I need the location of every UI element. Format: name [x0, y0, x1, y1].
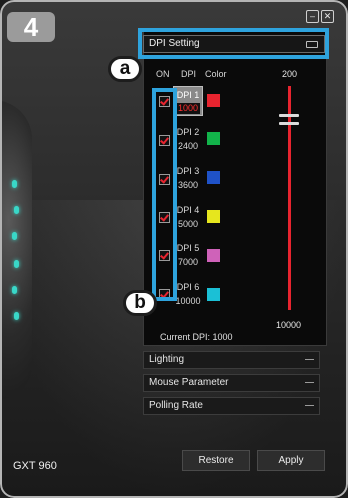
step-number-badge: 4: [7, 12, 55, 42]
dpi-6-color-swatch[interactable]: [207, 288, 220, 301]
mouse-led-icon: [14, 206, 19, 214]
column-header-on: ON: [156, 69, 170, 79]
expand-icon[interactable]: [305, 405, 314, 406]
mouse-led-icon: [12, 180, 17, 188]
on-column-highlight: [152, 88, 177, 301]
dpi-1-color-swatch[interactable]: [207, 94, 220, 107]
current-dpi-value: 1000: [212, 332, 233, 342]
dpi-6-name: DPI 6: [176, 282, 200, 292]
mouse-product-image: [0, 100, 32, 400]
section-lighting-label: Lighting: [149, 354, 185, 365]
slider-grip-icon: [279, 121, 299, 125]
dpi-1-value[interactable]: 1000: [176, 103, 200, 114]
dpi-2-color-swatch[interactable]: [207, 132, 220, 145]
mouse-led-icon: [12, 232, 17, 240]
section-polling-rate-label: Polling Rate: [149, 400, 203, 411]
expand-icon[interactable]: [305, 382, 314, 383]
expand-icon[interactable]: [305, 359, 314, 360]
section-lighting[interactable]: Lighting: [143, 351, 320, 369]
dpi-1-name: DPI 1: [176, 90, 200, 100]
dpi-3-color-swatch[interactable]: [207, 171, 220, 184]
mouse-led-icon: [14, 260, 19, 268]
dpi-5-name: DPI 5: [176, 243, 200, 253]
dpi-4-color-swatch[interactable]: [207, 210, 220, 223]
minimize-button[interactable]: –: [306, 10, 319, 23]
dpi-3-cell[interactable]: DPI 3 3600: [173, 163, 203, 193]
dpi-4-cell[interactable]: DPI 4 5000: [173, 202, 203, 232]
dpi-2-cell[interactable]: DPI 2 2400: [173, 124, 203, 154]
callout-a-badge: a: [108, 56, 142, 82]
current-dpi-readout: Current DPI: 1000: [160, 332, 233, 342]
close-button[interactable]: ✕: [321, 10, 334, 23]
current-dpi-label: Current DPI:: [160, 332, 211, 342]
section-mouse-parameter-label: Mouse Parameter: [149, 377, 229, 388]
dpi-4-value[interactable]: 5000: [173, 219, 203, 229]
slider-bottom-label: 10000: [276, 320, 302, 330]
dpi-5-cell[interactable]: DPI 5 7000: [173, 240, 203, 270]
dpi-5-value[interactable]: 7000: [173, 257, 203, 267]
dpi-1-cell[interactable]: DPI 1 1000: [173, 86, 203, 116]
dpi-slider-thumb[interactable]: [279, 110, 299, 130]
section-mouse-parameter[interactable]: Mouse Parameter: [143, 374, 320, 392]
dpi-6-cell[interactable]: DPI 6 10000: [173, 279, 203, 309]
apply-button[interactable]: Apply: [257, 450, 325, 471]
restore-button[interactable]: Restore: [182, 450, 250, 471]
slider-grip-icon: [279, 113, 299, 117]
model-name: GXT 960: [13, 460, 57, 472]
mouse-led-icon: [12, 286, 17, 294]
callout-b-badge: b: [123, 290, 157, 316]
app-window: 4 – ✕ DPI Setting a ON DPI Color 200 DPI…: [0, 0, 348, 498]
dpi-2-name: DPI 2: [176, 127, 200, 137]
dpi-3-name: DPI 3: [176, 166, 200, 176]
dpi-6-value[interactable]: 10000: [173, 296, 203, 306]
dpi-4-name: DPI 4: [176, 205, 200, 215]
column-header-color: Color: [205, 69, 227, 79]
dpi-2-value[interactable]: 2400: [173, 141, 203, 151]
slider-top-label: 200: [282, 69, 298, 79]
mouse-led-icon: [14, 312, 19, 320]
column-header-dpi: DPI: [181, 69, 197, 79]
section-polling-rate[interactable]: Polling Rate: [143, 397, 320, 415]
dpi-header-highlight: [138, 28, 329, 59]
dpi-3-value[interactable]: 3600: [173, 180, 203, 190]
dpi-5-color-swatch[interactable]: [207, 249, 220, 262]
